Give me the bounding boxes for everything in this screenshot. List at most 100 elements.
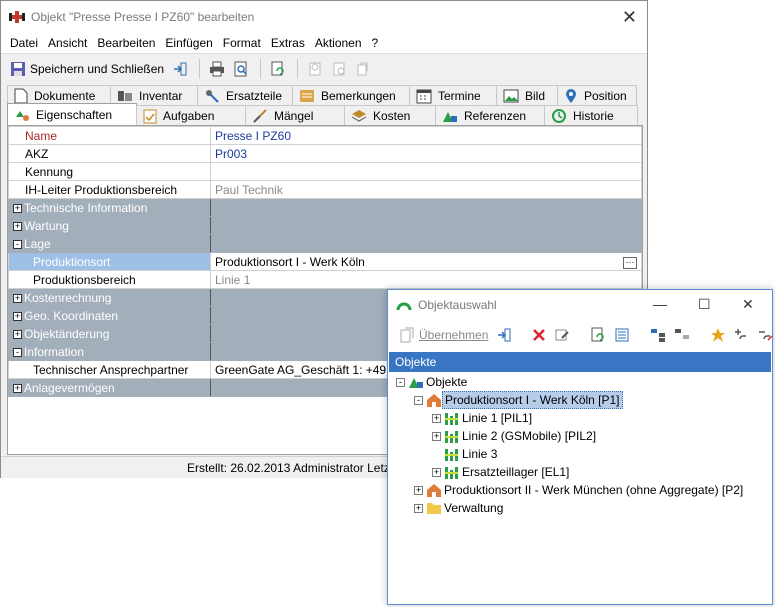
expand-icon[interactable]: + [13, 293, 22, 303]
tab-eigenschaften[interactable]: Eigenschaften [7, 103, 137, 125]
exit-button[interactable] [493, 324, 515, 346]
collapse-tree-button[interactable] [671, 324, 693, 346]
refresh-button[interactable] [587, 324, 609, 346]
expand-icon[interactable]: + [13, 203, 22, 213]
expand-icon[interactable]: + [432, 413, 441, 423]
property-row[interactable]: Produktionsbereich Linie 1 [8, 270, 642, 289]
favorite-button[interactable] [707, 324, 729, 346]
menu-help[interactable]: ? [372, 36, 379, 50]
property-value[interactable] [210, 162, 642, 181]
save-icon [11, 61, 25, 76]
document-refresh-disabled-icon [309, 62, 321, 75]
collapse-icon[interactable]: - [396, 377, 405, 387]
menu-bar: Datei Ansicht Bearbeiten Einfügen Format… [1, 33, 647, 53]
tab-position[interactable]: Position [557, 85, 637, 105]
menu-einfuegen[interactable]: Einfügen [165, 36, 212, 50]
disabled-button-2[interactable] [328, 58, 350, 80]
tab-label: Historie [573, 108, 614, 123]
tab-inventar[interactable]: Inventar [110, 85, 198, 105]
disabled-button-3[interactable] [352, 58, 374, 80]
collapse-icon[interactable]: - [414, 395, 423, 405]
property-row[interactable]: Name Presse I PZ60 [8, 126, 642, 145]
property-value[interactable]: Linie 1 [210, 270, 642, 289]
tree-node-linie-3[interactable]: Linie 3 [444, 445, 499, 463]
tab-kosten[interactable]: Kosten [344, 105, 436, 125]
edit-button[interactable] [551, 324, 573, 346]
expand-icon[interactable]: + [432, 431, 441, 441]
section-row[interactable]: + Technische Information [8, 198, 642, 217]
refresh-button[interactable] [267, 58, 289, 80]
expand-icon[interactable]: + [13, 221, 22, 231]
menu-ansicht[interactable]: Ansicht [48, 36, 87, 50]
property-row[interactable]: IH-Leiter Produktionsbereich Paul Techni… [8, 180, 642, 199]
title-bar: Objekt "Presse Presse I PZ60" bearbeiten… [1, 1, 647, 33]
refresh-document-icon [271, 61, 284, 75]
close-icon[interactable]: ✕ [742, 296, 754, 313]
expand-icon[interactable]: + [432, 467, 441, 477]
property-value[interactable]: Pr003 [210, 144, 642, 163]
print-button[interactable] [206, 58, 228, 80]
menu-aktionen[interactable]: Aktionen [315, 36, 362, 50]
ellipsis-button[interactable]: ··· [623, 256, 637, 269]
tab-referenzen[interactable]: Referenzen [435, 105, 545, 125]
tree-node-produktionsort-1[interactable]: - Produktionsort I - Werk Köln [P1] [414, 391, 623, 409]
tab-label: Kosten [373, 108, 411, 123]
menu-bearbeiten[interactable]: Bearbeiten [97, 36, 155, 50]
tab-aufgaben[interactable]: Aufgaben [136, 105, 246, 125]
tab-historie[interactable]: Historie [544, 105, 638, 125]
dialog-title: Objektauswahl [418, 298, 497, 312]
tree-node-verwaltung[interactable]: + Verwaltung [414, 499, 505, 517]
window-title: Objekt "Presse Presse I PZ60" bearbeiten [31, 10, 255, 24]
tab-termine[interactable]: Termine [409, 85, 497, 105]
accept-button[interactable]: Übernehmen [396, 324, 491, 346]
delete-button[interactable] [529, 324, 549, 346]
property-value[interactable]: Paul Technik [210, 180, 642, 199]
section-label: Kostenrechnung [24, 290, 112, 305]
print-preview-button[interactable] [230, 58, 252, 80]
expand-icon[interactable]: + [414, 485, 423, 495]
tab-ersatzteile[interactable]: Ersatzteile [197, 85, 293, 105]
expand-icon[interactable]: + [414, 503, 423, 513]
exit-button[interactable] [169, 58, 191, 80]
tab-dokumente[interactable]: Dokumente [7, 85, 111, 105]
tree-node-ersatzteillager[interactable]: + Ersatzteillager [EL1] [432, 463, 571, 481]
house-icon [427, 484, 441, 497]
expand-icon[interactable]: + [13, 329, 22, 339]
image-icon [503, 89, 519, 102]
minimize-icon[interactable]: — [653, 296, 667, 312]
tree-node-root[interactable]: - Objekte [396, 373, 469, 391]
menu-datei[interactable]: Datei [10, 36, 38, 50]
menu-extras[interactable]: Extras [271, 36, 305, 50]
add-link-button[interactable] [731, 324, 753, 346]
tab-maengel[interactable]: Mängel [245, 105, 345, 125]
section-label: Information [24, 344, 85, 359]
section-row[interactable]: + Wartung [8, 216, 642, 235]
remove-link-button[interactable] [755, 324, 775, 346]
property-row[interactable]: Kennung [8, 162, 642, 181]
section-row[interactable]: - Lage [8, 234, 642, 253]
list-button[interactable] [611, 324, 633, 346]
menu-format[interactable]: Format [223, 36, 261, 50]
tree-node-linie-2[interactable]: + Linie 2 (GSMobile) [PIL2] [432, 427, 598, 445]
property-value[interactable]: Presse I PZ60 [210, 126, 642, 145]
collapse-icon[interactable]: - [13, 347, 22, 357]
tree-node-linie-1[interactable]: + Linie 1 [PIL1] [432, 409, 534, 427]
property-key: AKZ [8, 144, 211, 163]
refresh-document-icon [591, 327, 605, 342]
tab-bild[interactable]: Bild [496, 85, 558, 105]
expand-icon[interactable]: + [13, 311, 22, 321]
disabled-button-1[interactable] [304, 58, 326, 80]
tasks-icon [143, 109, 157, 123]
expand-icon[interactable]: + [13, 383, 22, 393]
dialog-title-bar: Objektauswahl — ☐ ✕ [388, 290, 772, 320]
hierarchy-button[interactable] [647, 324, 669, 346]
maximize-icon[interactable]: ☐ [698, 296, 711, 313]
document-settings-disabled-icon [333, 62, 345, 75]
tree-node-produktionsort-2[interactable]: + Produktionsort II - Werk München (ohne… [414, 481, 745, 499]
close-icon[interactable]: ✕ [622, 7, 637, 28]
tab-bemerkungen[interactable]: Bemerkungen [292, 85, 410, 105]
save-close-button[interactable]: Speichern und Schließen [7, 58, 167, 80]
collapse-icon[interactable]: - [13, 239, 22, 249]
property-row[interactable]: AKZ Pr003 [8, 144, 642, 163]
property-row-selected[interactable]: Produktionsort Produktionsort I - Werk K… [8, 252, 642, 271]
